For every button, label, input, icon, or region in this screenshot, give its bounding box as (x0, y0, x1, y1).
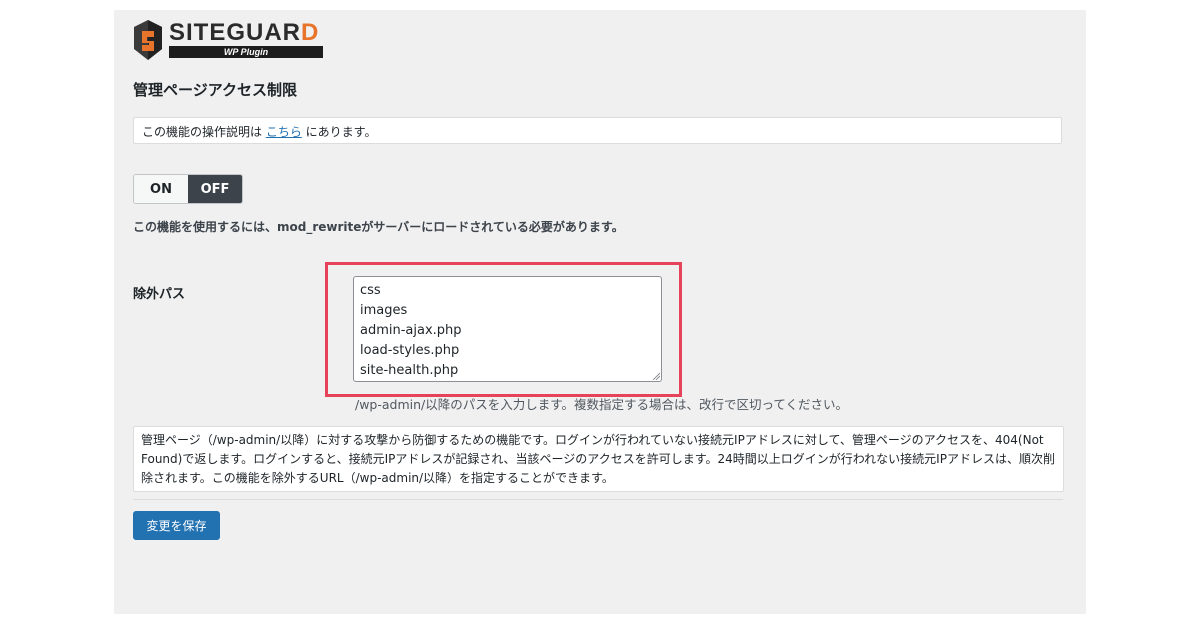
exclude-path-label: 除外パス (133, 287, 186, 302)
logo-subtitle: WP Plugin (169, 46, 323, 58)
help-text-suffix: にあります。 (301, 125, 377, 139)
toggle-on-option[interactable]: ON (134, 175, 188, 203)
logo-wordmark-accent: D (301, 19, 320, 46)
help-link[interactable]: こちら (266, 125, 302, 139)
feature-toggle[interactable]: ON OFF (133, 174, 243, 204)
toggle-off-option[interactable]: OFF (188, 175, 242, 203)
help-text-prefix: この機能の操作説明は (142, 125, 266, 139)
divider (133, 499, 1063, 500)
mod-rewrite-notice: この機能を使用するには、mod_rewriteがサーバーにロードされている必要が… (133, 220, 624, 234)
logo-wordmark: SITEGUARD (169, 21, 319, 45)
save-changes-button[interactable]: 変更を保存 (133, 511, 220, 540)
help-info-box: この機能の操作説明は こちら にあります。 (133, 117, 1062, 144)
feature-description: 管理ページ（/wp-admin/以降）に対する攻撃から防御するための機能です。ロ… (133, 426, 1064, 492)
siteguard-logo: SITEGUARD WP Plugin (133, 19, 333, 61)
exclude-path-hint: /wp-admin/以降のパスを入力します。複数指定する場合は、改行で区切ってく… (355, 397, 849, 412)
page-title: 管理ページアクセス制限 (133, 81, 297, 99)
highlight-frame (325, 262, 682, 397)
logo-wordmark-main: SITEGUAR (169, 19, 302, 46)
shield-logo-icon (134, 20, 162, 60)
